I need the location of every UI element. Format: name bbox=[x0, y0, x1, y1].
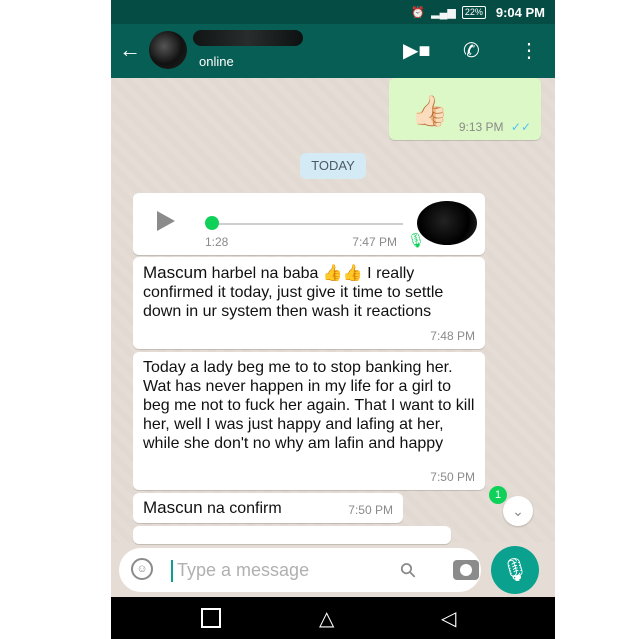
message-sender-name: Mascun bbox=[143, 498, 203, 517]
camera-icon[interactable] bbox=[453, 560, 479, 580]
chat-area[interactable]: 👍🏻 9:13 PM ✓✓ TODAY 1:28 7:47 PM 🎙 Mascu… bbox=[111, 78, 555, 544]
scroll-down-icon[interactable]: ⌄ bbox=[503, 496, 533, 526]
voice-duration: 1:28 bbox=[205, 235, 229, 249]
signal-icon: ▂▄▆ bbox=[431, 6, 456, 19]
message-time: 7:50 PM bbox=[348, 503, 393, 517]
contact-name-redacted[interactable] bbox=[193, 30, 303, 46]
message-body: na confirm bbox=[202, 500, 282, 517]
unread-count-badge: 1 bbox=[489, 486, 507, 504]
message-meta: 9:13 PM ✓✓ bbox=[459, 120, 531, 134]
thumbs-up-emoji: 👍🏻 bbox=[411, 95, 449, 128]
sender-avatar bbox=[417, 201, 477, 245]
message-composer: ☺ Type a message ⚲ 🎙 bbox=[111, 542, 555, 597]
status-bar: ⏰ ▂▄▆ 22% 9:04 PM bbox=[111, 0, 555, 24]
voice-progress-track[interactable] bbox=[213, 223, 403, 225]
phone-screen: ⏰ ▂▄▆ 22% 9:04 PM ← online ▶■ ✆ ⋮ 👍🏻 9:1… bbox=[111, 0, 555, 639]
battery-indicator: 22% bbox=[461, 5, 486, 19]
play-icon[interactable] bbox=[157, 211, 175, 231]
voice-message[interactable]: 1:28 7:47 PM 🎙 bbox=[133, 193, 485, 255]
back-icon[interactable]: ◁ bbox=[441, 606, 456, 631]
received-message[interactable]: Mascun na confirm 7:50 PM bbox=[133, 493, 403, 523]
voice-progress-knob[interactable] bbox=[205, 216, 219, 230]
received-message[interactable]: Today a lady beg me to to stop banking h… bbox=[133, 352, 485, 490]
message-time: 9:13 PM bbox=[458, 120, 504, 134]
more-options-icon[interactable]: ⋮ bbox=[519, 38, 539, 63]
message-input[interactable]: Type a message bbox=[177, 560, 309, 581]
emoji-icon[interactable]: ☺ bbox=[131, 558, 153, 580]
message-body: Today a lady beg me to to stop banking h… bbox=[143, 359, 475, 452]
attach-icon[interactable]: ⚲ bbox=[394, 556, 422, 584]
date-separator: TODAY bbox=[300, 153, 366, 179]
chat-header: ← online ▶■ ✆ ⋮ bbox=[111, 24, 555, 78]
video-call-icon[interactable]: ▶■ bbox=[403, 38, 430, 63]
message-sender-name: Mascum bbox=[143, 263, 208, 282]
text-cursor bbox=[171, 560, 173, 582]
recent-apps-icon[interactable] bbox=[201, 608, 221, 628]
back-arrow-icon[interactable]: ← bbox=[119, 37, 141, 63]
read-receipt-icon: ✓✓ bbox=[510, 120, 531, 134]
alarm-icon: ⏰ bbox=[411, 6, 426, 19]
system-nav-bar: △ ◁ bbox=[111, 597, 555, 639]
message-input-box[interactable]: ☺ Type a message ⚲ bbox=[119, 548, 481, 592]
message-time: 7:50 PM bbox=[430, 470, 475, 484]
sent-message[interactable]: 👍🏻 9:13 PM ✓✓ bbox=[389, 78, 541, 140]
contact-avatar[interactable] bbox=[149, 31, 187, 69]
message-time: 7:48 PM bbox=[430, 329, 475, 343]
presence-status: online bbox=[199, 54, 234, 69]
status-time: 9:04 PM bbox=[495, 4, 545, 20]
received-message[interactable]: Mascum harbel na baba 👍👍 I really confir… bbox=[133, 257, 485, 349]
message-text: Mascum harbel na baba 👍👍 I really confir… bbox=[143, 263, 475, 321]
phone-call-icon[interactable]: ✆ bbox=[463, 38, 480, 63]
home-icon[interactable]: △ bbox=[319, 606, 334, 631]
voice-record-button[interactable]: 🎙 bbox=[491, 546, 539, 594]
message-time: 7:47 PM bbox=[352, 235, 397, 249]
